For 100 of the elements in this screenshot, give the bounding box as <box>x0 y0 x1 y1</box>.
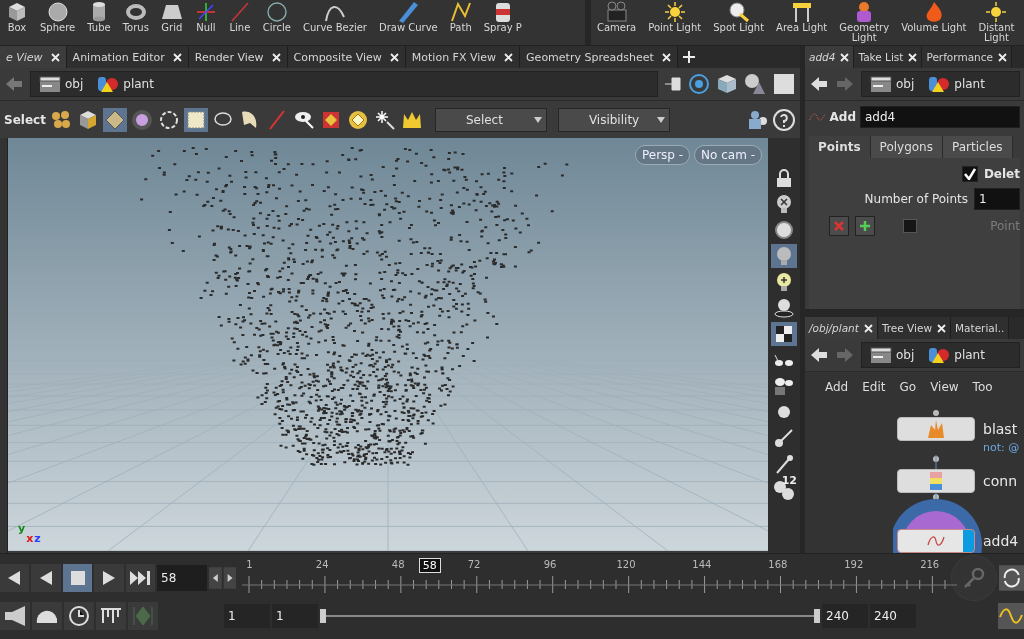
close-icon <box>50 52 60 62</box>
pane-tab[interactable]: add4 <box>805 46 855 68</box>
shelf-tool[interactable]: Tube <box>81 1 117 33</box>
menu-item[interactable]: Too <box>966 379 999 394</box>
refresh-icon <box>998 564 1024 591</box>
menu-item[interactable]: Add <box>819 379 855 394</box>
shelf-tool[interactable]: Circle <box>256 1 297 33</box>
path-crumb[interactable]: obj <box>35 75 88 93</box>
display-tool[interactable] <box>771 322 797 346</box>
menu-item[interactable]: View <box>924 379 965 394</box>
pane-tab[interactable]: e View <box>0 46 67 68</box>
key-button[interactable] <box>951 554 997 601</box>
path-crumb[interactable]: obj <box>866 346 919 364</box>
node-name: add4 <box>983 533 1019 549</box>
shelf-tool[interactable]: Distant Light <box>972 1 1021 43</box>
shelf-tool[interactable]: Grid <box>154 1 189 33</box>
network-node[interactable] <box>897 529 975 553</box>
tool-button[interactable] <box>183 107 208 132</box>
shelf-tool[interactable]: Box <box>0 1 34 33</box>
pane-tab[interactable]: /obj/plant <box>805 317 878 339</box>
remove-button[interactable] <box>829 216 849 236</box>
network-node[interactable] <box>897 417 975 441</box>
playback-button[interactable] <box>125 563 156 592</box>
close-icon <box>389 52 399 62</box>
shelf-tool[interactable]: Spot Light <box>707 1 771 33</box>
pane-tab[interactable]: Tree View <box>877 317 951 339</box>
path-crumb[interactable]: plant <box>922 345 989 365</box>
shelf-tool[interactable]: Geometry Light <box>833 1 896 43</box>
playback-button[interactable] <box>31 563 61 592</box>
shelf-tool[interactable]: Null <box>188 1 223 33</box>
start-field[interactable]: 1 <box>272 604 318 628</box>
shelf-tool[interactable]: Area Light <box>770 1 834 33</box>
checkered-cube-icon <box>774 324 794 344</box>
tick-label: 24 <box>315 558 329 570</box>
clock-icon <box>68 605 90 627</box>
node-comment: not: @ <box>983 441 1021 455</box>
playback-button[interactable] <box>94 563 124 592</box>
path-bar[interactable]: obj plant <box>30 71 658 97</box>
node-name: conn <box>983 473 1017 489</box>
parameter-tab[interactable]: Particles <box>943 136 1013 158</box>
back-arrow-icon <box>809 345 829 365</box>
shelf-tool[interactable]: Curve Bezier <box>296 1 373 33</box>
stop-icon <box>69 569 86 586</box>
display-tool[interactable]: 12 <box>771 478 797 502</box>
playback-button[interactable] <box>62 563 93 592</box>
points-field[interactable]: 1 <box>974 188 1020 210</box>
tool-button[interactable] <box>129 107 154 132</box>
shelf-tool[interactable]: Line <box>222 1 257 33</box>
parameter-tab[interactable]: Polygons <box>870 136 943 158</box>
end-field[interactable]: 240 <box>822 604 868 628</box>
pane-tab[interactable]: Composite View <box>287 46 406 68</box>
shelf-tool[interactable]: Torus <box>116 1 155 33</box>
close-icon <box>908 52 918 62</box>
shelf-tool[interactable]: Path <box>443 1 478 33</box>
shelf-tool[interactable]: Point Light <box>642 1 708 33</box>
timeline-tool[interactable] <box>64 602 94 630</box>
pane-tab[interactable]: Motion FX View <box>405 46 521 68</box>
dropdown[interactable]: Select <box>434 107 547 132</box>
tick-label: 120 <box>616 558 636 570</box>
timeline-tool[interactable] <box>0 602 30 630</box>
checkbox[interactable] <box>961 166 978 182</box>
path-bar[interactable]: obj plant <box>861 71 1020 97</box>
current-frame-marker[interactable]: 58 <box>418 557 441 573</box>
pane-tab[interactable]: Geometry Spreadsheet <box>520 46 678 68</box>
pane-tab[interactable]: Animation Editor <box>66 46 189 68</box>
connector-drawing <box>932 409 940 417</box>
shelf-tool[interactable]: Sphere <box>34 1 82 33</box>
tool-button[interactable] <box>102 107 127 132</box>
network-node[interactable] <box>897 469 975 493</box>
camera-menu[interactable]: Persp - <box>634 145 691 165</box>
menu-item[interactable]: Go <box>893 379 923 394</box>
timeline-tool[interactable] <box>32 602 62 630</box>
pane-tab[interactable]: Material.. <box>951 317 1010 339</box>
square-icon <box>772 72 796 96</box>
end-field[interactable]: 240 <box>870 604 916 628</box>
path-bar[interactable]: obj plant <box>861 342 1020 368</box>
camera-menu[interactable]: No cam - <box>694 145 762 165</box>
start-field[interactable]: 1 <box>224 604 270 628</box>
path-crumb[interactable]: obj <box>866 75 919 93</box>
shelf-tool[interactable]: Volume Light <box>895 1 973 33</box>
path-crumb[interactable]: plant <box>91 74 158 94</box>
playback-button[interactable] <box>0 563 30 592</box>
dropdown[interactable]: Visibility <box>557 107 670 132</box>
parameter-tab[interactable]: Points <box>809 136 871 158</box>
clapboard-icon <box>870 346 892 364</box>
pane-tab[interactable]: Render View <box>188 46 288 68</box>
path-crumb[interactable]: plant <box>922 74 989 94</box>
back-arrow-icon <box>809 74 829 94</box>
node-name-field[interactable]: add4 <box>860 105 1020 128</box>
pane-tab[interactable]: Take List <box>854 46 923 68</box>
shelf-tool[interactable]: Camera <box>591 1 643 33</box>
menu-item[interactable]: Edit <box>856 379 892 394</box>
pane-tab[interactable]: Performance <box>922 46 1012 68</box>
frame-field[interactable]: 58 <box>157 564 208 591</box>
shelf-tool[interactable]: Spray P <box>477 1 528 33</box>
add-button[interactable] <box>855 216 875 236</box>
users-icon <box>747 108 769 131</box>
caret-icon <box>533 116 542 123</box>
timeline-tool[interactable] <box>96 602 126 630</box>
shelf-tool[interactable]: Draw Curve <box>372 1 444 33</box>
